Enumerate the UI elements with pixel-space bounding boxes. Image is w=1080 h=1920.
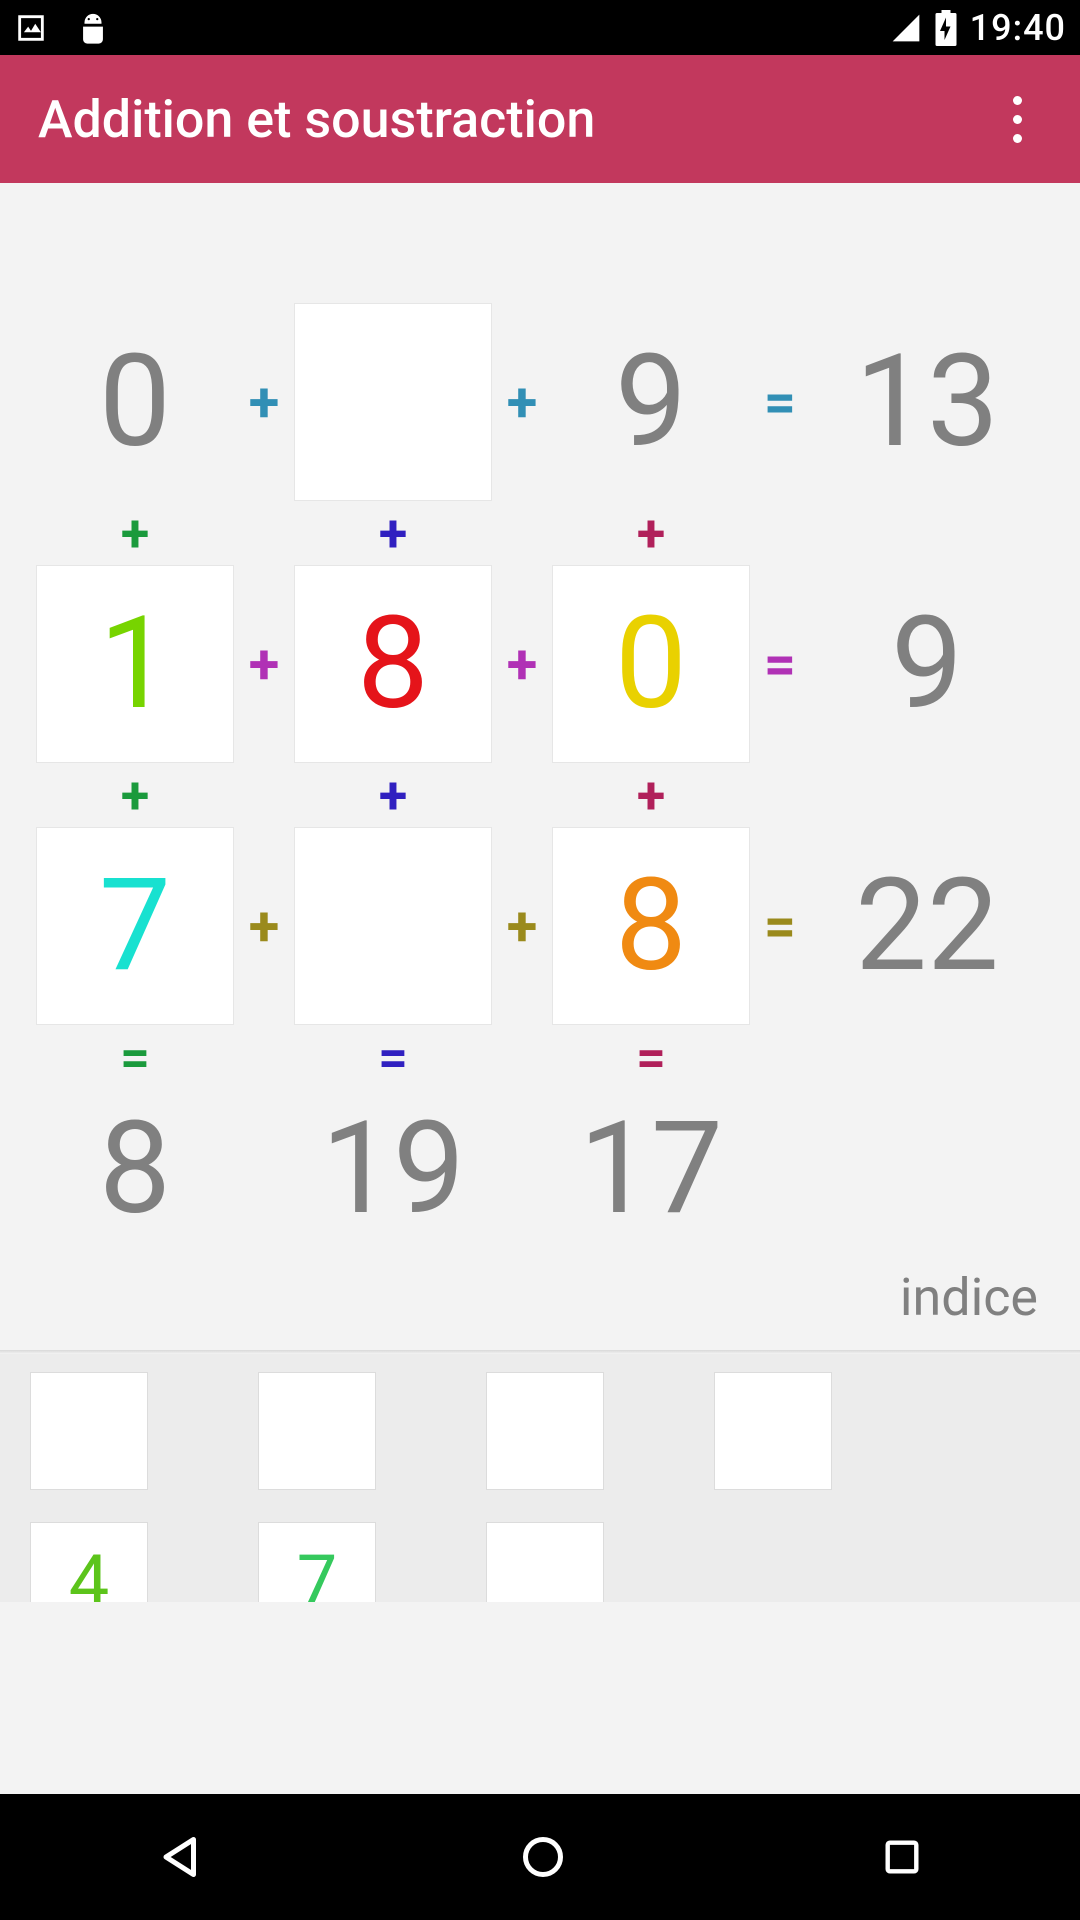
number-tiles-tray: 4 7 [0, 1354, 1080, 1602]
back-button[interactable] [156, 1832, 206, 1882]
cell-signal-icon [890, 12, 922, 44]
vertical-ops-12: + + + [36, 501, 1044, 565]
op-r3-2: + [492, 827, 552, 1025]
home-button[interactable] [518, 1832, 568, 1882]
tile-1[interactable] [30, 1372, 148, 1490]
cell-r3-c1[interactable]: 7 [36, 827, 234, 1025]
puzzle-grid: 0 + + 9 = 13 + + + 1 + [0, 183, 1080, 1249]
battery-charging-icon [934, 10, 958, 46]
vop-23-c2: + [294, 765, 492, 826]
overflow-menu-button[interactable] [992, 89, 1042, 149]
android-navbar [0, 1794, 1080, 1920]
tile-3[interactable] [486, 1372, 604, 1490]
col-result-c3: 17 [552, 1070, 750, 1268]
hint-button[interactable]: indice [0, 1249, 1080, 1350]
cell-r2-c2[interactable]: 8 [294, 565, 492, 763]
grid-row-3: 7 + + 8 = 22 [36, 827, 1044, 1025]
recent-apps-button[interactable] [880, 1835, 924, 1879]
result-r1: 13 [810, 327, 1044, 477]
column-results: 8 19 17 [36, 1089, 1044, 1249]
android-debug-icon [76, 9, 110, 47]
tile-6[interactable]: 7 [258, 1522, 376, 1602]
content: 0 + + 9 = 13 + + + 1 + [0, 183, 1080, 1794]
cell-r3-c3[interactable]: 8 [552, 827, 750, 1025]
cell-r1-c1: 0 [36, 303, 234, 501]
vop-12-c1: + [36, 503, 234, 564]
appbar: Addition et soustraction [0, 55, 1080, 183]
col-result-c2: 19 [294, 1070, 492, 1268]
tile-2[interactable] [258, 1372, 376, 1490]
vertical-ops-23: + + + [36, 763, 1044, 827]
eq-r1: = [750, 303, 810, 501]
tile-7[interactable] [486, 1522, 604, 1602]
op-r2-2: + [492, 565, 552, 763]
op-r1-1: + [234, 303, 294, 501]
result-r3: 22 [810, 851, 1044, 1001]
page-title: Addition et soustraction [38, 89, 595, 150]
cell-r1-c3: 9 [552, 303, 750, 501]
eq-r2: = [750, 565, 810, 763]
statusbar: 19:40 [0, 0, 1080, 55]
cell-r1-c2[interactable] [294, 303, 492, 501]
cell-r3-c2[interactable] [294, 827, 492, 1025]
vop-23-c3: + [552, 765, 750, 826]
tile-5[interactable]: 4 [30, 1522, 148, 1602]
cell-r2-c3[interactable]: 0 [552, 565, 750, 763]
op-r2-1: + [234, 565, 294, 763]
picture-icon [14, 11, 48, 45]
grid-row-1: 0 + + 9 = 13 [36, 303, 1044, 501]
tile-4[interactable] [714, 1372, 832, 1490]
vop-12-c3: + [552, 503, 750, 564]
clock: 19:40 [970, 7, 1066, 49]
op-r3-1: + [234, 827, 294, 1025]
col-result-c1: 8 [36, 1070, 234, 1268]
vop-12-c2: + [294, 503, 492, 564]
vop-23-c1: + [36, 765, 234, 826]
cell-r2-c1[interactable]: 1 [36, 565, 234, 763]
result-r2: 9 [810, 589, 1044, 739]
op-r1-2: + [492, 303, 552, 501]
grid-row-2: 1 + 8 + 0 = 9 [36, 565, 1044, 763]
eq-r3: = [750, 827, 810, 1025]
